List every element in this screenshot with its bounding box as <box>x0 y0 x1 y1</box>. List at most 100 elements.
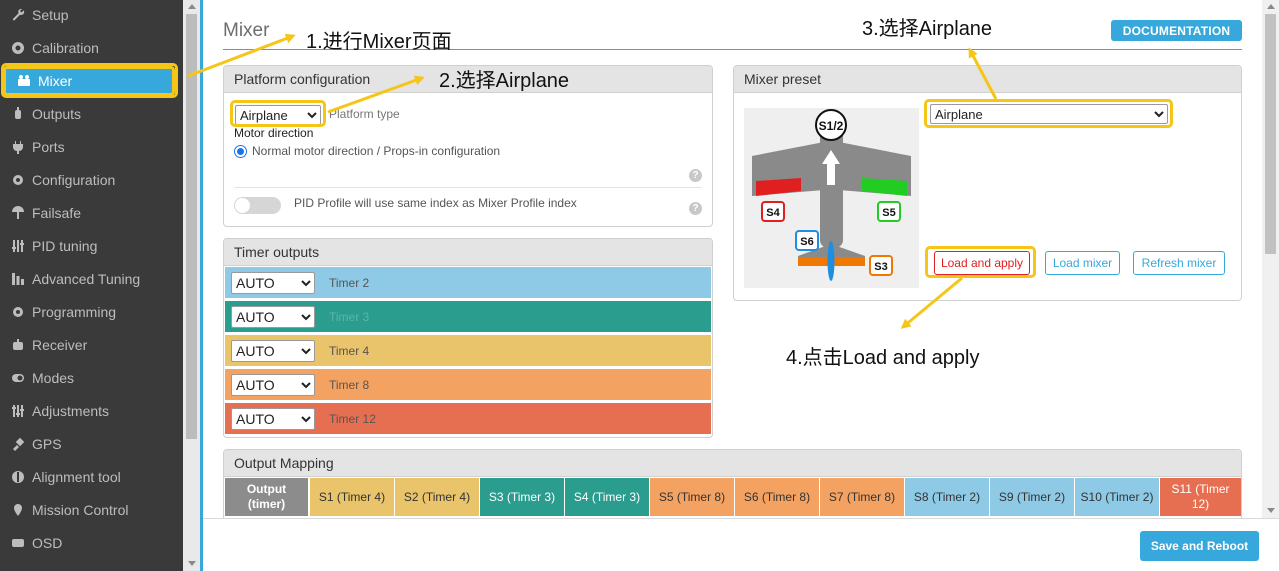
timer-row: AUTO Timer 8 <box>225 369 711 400</box>
output-mapping-cell: S9 (Timer 2) <box>990 478 1075 516</box>
toggle-icon <box>10 370 26 386</box>
documentation-button[interactable]: DOCUMENTATION <box>1111 20 1242 41</box>
airplane-diagram: S1/2 S4 S5 S6 S3 <box>744 108 919 288</box>
output-mapping-cell: S8 (Timer 2) <box>905 478 990 516</box>
platform-type-select[interactable]: Airplane <box>235 105 321 125</box>
refresh-mixer-button[interactable]: Refresh mixer <box>1133 251 1225 275</box>
mixer-preset-title: Mixer preset <box>734 66 1241 93</box>
mixer-preset-select[interactable]: Airplane <box>930 104 1168 124</box>
sidebar-item-mission-control[interactable]: Mission Control <box>0 493 183 526</box>
scroll-down-arrow-icon[interactable] <box>1267 508 1275 513</box>
sidebar-item-gps[interactable]: GPS <box>0 427 183 460</box>
sidebar-item-outputs[interactable]: Outputs <box>0 97 183 130</box>
annotation-step3: 3.选择Airplane <box>862 18 993 40</box>
rudder <box>827 241 835 281</box>
motor-direction-radio[interactable] <box>234 145 247 158</box>
pid-profile-label: PID Profile will use same index as Mixer… <box>294 196 577 210</box>
timer-row: AUTO Timer 12 <box>225 403 711 434</box>
output-mapping-cell: S3 (Timer 3) <box>480 478 565 516</box>
satellite-icon <box>10 436 26 452</box>
timer-label: Timer 12 <box>329 411 376 426</box>
sidebar-scrollbar[interactable] <box>183 0 200 571</box>
sidebar-item-programming[interactable]: Programming <box>0 295 183 328</box>
timer-row: AUTO Timer 2 <box>225 267 711 298</box>
sidebar-item-label: Setup <box>32 6 69 23</box>
sidebar-item-label: Ports <box>32 138 65 155</box>
servo-label-s5: S5 <box>882 207 895 219</box>
timer-mode-select[interactable]: AUTO <box>231 271 315 294</box>
right-aileron <box>862 178 907 196</box>
sidebar-item-advanced-tuning[interactable]: Advanced Tuning <box>0 262 183 295</box>
mixer-icon <box>16 73 32 89</box>
align-icon <box>10 469 26 485</box>
sidebar-item-failsafe[interactable]: Failsafe <box>0 196 183 229</box>
airplane-fuselage <box>820 128 843 248</box>
sidebar-item-modes[interactable]: Modes <box>0 361 183 394</box>
motor-icon <box>10 106 26 122</box>
sidebar-item-mixer[interactable]: Mixer <box>3 66 175 96</box>
timer-row: AUTO Timer 3 <box>225 301 711 332</box>
servo-label-s4: S4 <box>766 207 780 219</box>
pid-profile-toggle[interactable] <box>234 197 281 214</box>
load-and-apply-button[interactable]: Load and apply <box>934 251 1030 275</box>
toggle-knob <box>235 198 250 213</box>
sidebar-item-adjustments[interactable]: Adjustments <box>0 394 183 427</box>
airplane-diagram-svg: S1/2 S4 S5 S6 S3 <box>752 109 911 281</box>
crosshair-icon <box>10 40 26 56</box>
timer-mode-select[interactable]: AUTO <box>231 373 315 396</box>
timer-mode-select[interactable]: AUTO <box>231 339 315 362</box>
sidebar-item-ports[interactable]: Ports <box>0 130 183 163</box>
motor-direction-option-label: Normal motor direction / Props-in config… <box>252 144 501 158</box>
sidebar-item-calibration[interactable]: Calibration <box>0 31 183 64</box>
sidebar-item-label: Adjustments <box>32 402 110 419</box>
left-aileron <box>756 178 801 196</box>
wrench-icon <box>10 7 26 23</box>
output-mapping-cell: S10 (Timer 2) <box>1075 478 1160 516</box>
sidebar-item-label: Receiver <box>32 336 88 353</box>
load-mixer-button[interactable]: Load mixer <box>1045 251 1120 275</box>
sidebar-item-alignment-tool[interactable]: Alignment tool <box>0 460 183 493</box>
mixer-preset-panel: Mixer preset S1/2 S4 S5 S6 S3 Airplane L… <box>733 65 1242 301</box>
help-icon[interactable]: ? <box>689 202 702 215</box>
sidebar-item-pid-tuning[interactable]: PID tuning <box>0 229 183 262</box>
sidebar-item-label: Mission Control <box>32 501 129 518</box>
sidebar-item-label: OSD <box>32 534 63 551</box>
motor-direction-label: Motor direction <box>234 126 314 140</box>
timer-label: Timer 8 <box>329 377 370 392</box>
scroll-up-arrow-icon[interactable] <box>1267 4 1275 9</box>
output-mapping-cell: S4 (Timer 3) <box>565 478 650 516</box>
sidebar-item-osd[interactable]: OSD <box>0 526 183 559</box>
panel-divider <box>234 187 702 188</box>
timer-row: AUTO Timer 4 <box>225 335 711 366</box>
scroll-down-arrow-icon[interactable] <box>188 561 196 566</box>
scroll-up-arrow-icon[interactable] <box>188 4 196 9</box>
sidebar-item-setup[interactable]: Setup <box>0 0 183 31</box>
sidebar-item-label: Mixer <box>38 73 73 89</box>
bottom-toolbar <box>203 518 1279 571</box>
scrollbar-thumb[interactable] <box>1265 14 1276 254</box>
scrollbar-thumb[interactable] <box>186 14 197 439</box>
sidebar-item-label: GPS <box>32 435 62 452</box>
save-and-reboot-button[interactable]: Save and Reboot <box>1140 531 1259 561</box>
timer-outputs-panel: Timer outputs AUTO Timer 2 AUTO Timer 3 AUTO… <box>223 238 713 438</box>
servo-label-s3: S3 <box>874 261 887 273</box>
timer-mode-select[interactable]: AUTO <box>231 305 315 328</box>
parachute-icon <box>10 205 26 221</box>
sidebar-item-label: Programming <box>32 303 117 320</box>
sidebar-item-label: Failsafe <box>32 204 82 221</box>
timer-label: Timer 2 <box>329 275 370 290</box>
servo-label-s12: S1/2 <box>819 119 844 133</box>
sidebar-item-label: Modes <box>32 369 75 386</box>
sidebar-item-configuration[interactable]: Configuration <box>0 163 183 196</box>
app-window: Setup Calibration Mixer Outputs Ports Configu… <box>0 0 1279 571</box>
sidebar-item-receiver[interactable]: Receiver <box>0 328 183 361</box>
main-scrollbar[interactable] <box>1262 0 1279 520</box>
annotation-step1: 1.进行Mixer页面 <box>306 31 452 53</box>
output-mapping-cell: S7 (Timer 8) <box>820 478 905 516</box>
timer-mode-select[interactable]: AUTO <box>231 407 315 430</box>
help-icon[interactable]: ? <box>689 169 702 182</box>
sidebar-item-label: Alignment tool <box>32 468 121 485</box>
output-mapping-cell: S1 (Timer 4) <box>310 478 395 516</box>
timer-label: Timer 3 <box>329 309 370 324</box>
tuning-icon <box>10 271 26 287</box>
